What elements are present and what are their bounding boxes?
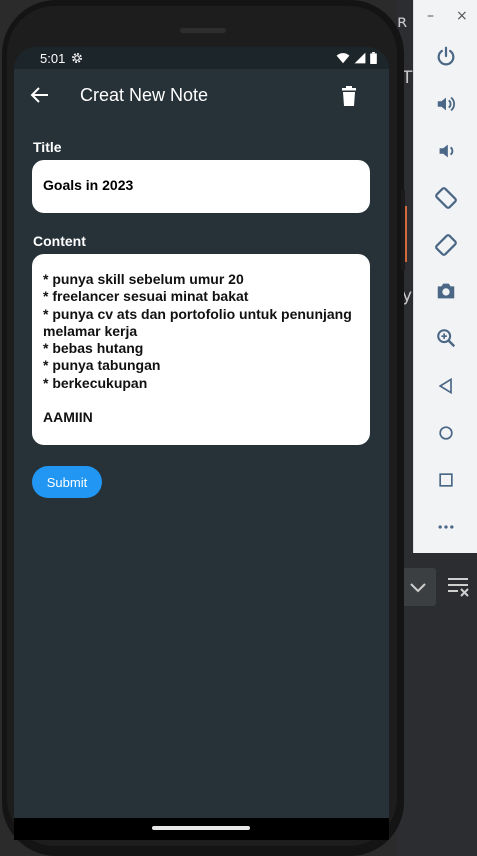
title-input[interactable]: Goals in 2023 xyxy=(32,160,370,213)
chevron-down-icon xyxy=(410,583,426,593)
emulator-toolbar: – × xyxy=(413,0,477,553)
zoom-button[interactable] xyxy=(432,324,460,352)
more-icon xyxy=(438,525,454,529)
emulator-home-button[interactable] xyxy=(432,419,460,447)
home-gesture-handle[interactable] xyxy=(152,826,250,830)
rotate-left-icon xyxy=(435,187,457,209)
emulator-overview-button[interactable] xyxy=(432,466,460,494)
status-bar: 5:01 xyxy=(14,47,389,69)
submit-button[interactable]: Submit xyxy=(32,466,102,498)
app-bar: Creat New Note xyxy=(14,69,389,125)
title-label: Title xyxy=(33,139,62,155)
back-arrow-icon[interactable] xyxy=(28,83,52,107)
status-time: 5:01 xyxy=(40,51,66,66)
volume-down-button[interactable] xyxy=(432,137,460,165)
power-button[interactable] xyxy=(432,42,460,70)
rotate-right-icon xyxy=(435,234,457,256)
close-button[interactable]: × xyxy=(456,8,468,24)
ide-dropdown-button[interactable] xyxy=(400,568,436,606)
minimize-button[interactable]: – xyxy=(427,8,434,24)
volume-down-icon xyxy=(439,144,454,158)
phone-side-button xyxy=(401,190,405,270)
ide-text-fragment: ʀ xyxy=(397,12,408,32)
trash-icon[interactable] xyxy=(337,84,361,108)
wifi-icon xyxy=(336,53,350,64)
overview-icon xyxy=(439,473,453,487)
back-icon xyxy=(438,377,452,395)
content-label: Content xyxy=(33,233,86,249)
signal-icon xyxy=(354,52,366,64)
phone-screen: 5:01 Creat New Note Title Goals in 2023 … xyxy=(14,47,389,840)
earpiece-speaker xyxy=(180,28,226,33)
rotate-right-button[interactable] xyxy=(432,231,460,259)
screenshot-button[interactable] xyxy=(432,277,460,305)
battery-icon xyxy=(370,52,377,64)
volume-up-button[interactable] xyxy=(432,90,460,118)
camera-icon xyxy=(437,283,455,299)
volume-up-icon xyxy=(437,96,455,112)
content-textarea[interactable]: * punya skill sebelum umur 20 * freelanc… xyxy=(32,254,370,445)
ide-accent-bar xyxy=(405,206,407,262)
home-icon xyxy=(439,426,453,440)
rotate-left-button[interactable] xyxy=(432,184,460,212)
gesture-nav-bar xyxy=(14,818,389,840)
more-button[interactable] xyxy=(432,513,460,541)
settings-gear-icon xyxy=(72,53,82,63)
status-icons xyxy=(336,52,377,64)
power-icon xyxy=(437,46,455,66)
emulator-back-button[interactable] xyxy=(432,372,460,400)
zoom-icon xyxy=(437,329,456,348)
clear-all-icon[interactable] xyxy=(447,576,471,598)
page-title: Creat New Note xyxy=(80,85,209,105)
